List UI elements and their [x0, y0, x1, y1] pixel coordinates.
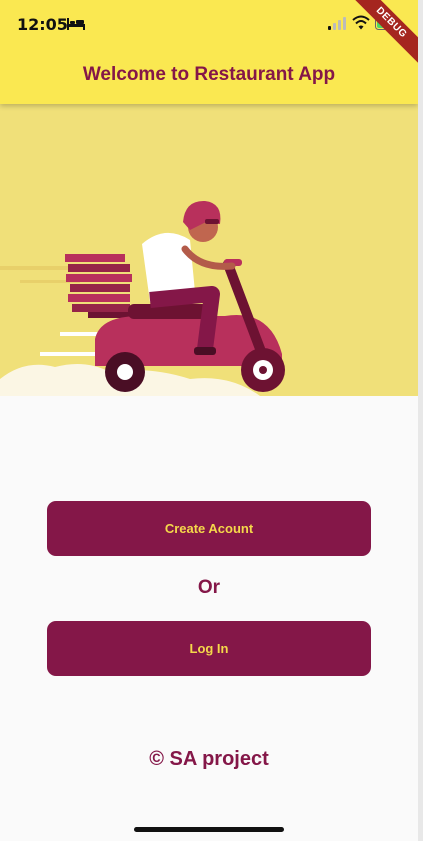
cellular-signal-icon	[328, 17, 346, 30]
screen-edge	[418, 0, 423, 841]
status-time: 12:05	[17, 15, 68, 34]
debug-banner: DEBUG	[345, 0, 418, 69]
app-bar: 12:05 DEBUG Welcome to Restaurant App	[0, 0, 418, 104]
wifi-icon	[352, 15, 370, 30]
bed-icon	[67, 18, 85, 30]
copyright-footer: © SA project	[149, 748, 269, 770]
home-indicator[interactable]	[134, 827, 284, 832]
app-screen: 12:05 DEBUG Welcome to Restaurant App Cr…	[0, 0, 418, 841]
delivery-illustration	[0, 104, 418, 396]
or-separator: Or	[197, 577, 221, 598]
login-button[interactable]: Log In	[47, 621, 371, 676]
page-title: Welcome to Restaurant App	[82, 64, 336, 85]
create-account-button[interactable]: Create Acount	[47, 501, 371, 556]
